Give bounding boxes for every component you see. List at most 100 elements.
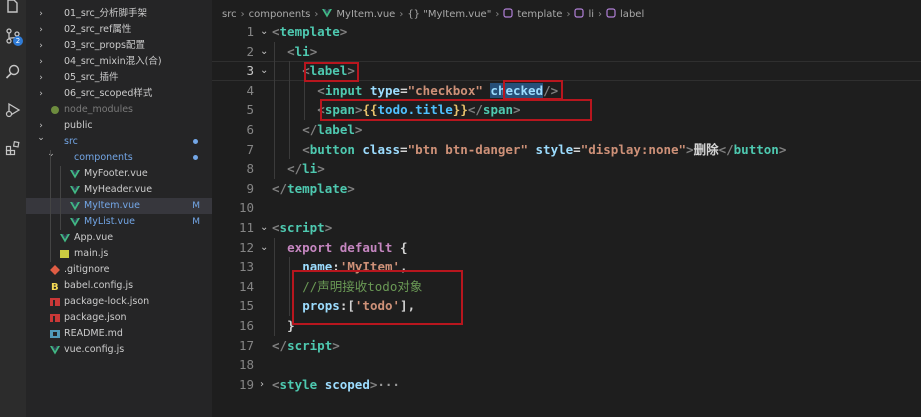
line-number: 10	[238, 200, 254, 216]
explorer-item-04-src-mixin[interactable]: › 04_src_mixin混入(合)	[26, 54, 212, 70]
code-token: {	[399, 239, 408, 255]
tree-guide	[50, 150, 51, 262]
line-number: 17	[238, 337, 254, 353]
line-number: 13	[238, 259, 254, 275]
explorer-item-package-json[interactable]: package.json	[26, 310, 212, 326]
explorer-item-06-src-scoped[interactable]: › 06_src_scoped样式	[26, 86, 212, 102]
code-token: <	[287, 43, 295, 59]
explorer-item-package-lock-json[interactable]: package-lock.json	[26, 294, 212, 310]
fold-expanded-icon[interactable]: ⌄	[260, 61, 268, 81]
modified-dot	[193, 139, 198, 144]
code-token: template	[279, 24, 340, 39]
code-line[interactable]: 6 </label>	[212, 120, 921, 140]
code-token: >	[339, 24, 348, 39]
explorer-item-label: 01_src_分析脚手架	[64, 8, 147, 19]
explorer-item-03-src-props[interactable]: › 03_src_props配置	[26, 38, 212, 54]
explorer-panel: › 01_src_分析脚手架 › 02_src_ref属性 › 03_src_props配…	[26, 0, 212, 417]
vue-file-icon	[70, 217, 80, 227]
explorer-item-label: babel.config.js	[64, 280, 134, 291]
fold-expanded-icon[interactable]: ⌄	[260, 238, 268, 258]
line-number: 9	[246, 180, 254, 196]
code-token: </	[272, 180, 288, 196]
line-number: 7	[246, 141, 254, 157]
explorer-item-myitem-vue[interactable]: MyItem.vue M	[26, 198, 212, 214]
explorer-item-label: MyItem.vue	[84, 200, 140, 211]
explorer-item-vue-config-js[interactable]: vue.config.js	[26, 342, 212, 358]
code-token: 删除	[693, 141, 719, 157]
fold-expanded-icon[interactable]: ⌄	[260, 22, 268, 42]
explorer-item-02-src-ref[interactable]: › 02_src_ref属性	[26, 22, 212, 38]
code-token: <	[272, 220, 280, 235]
code-line[interactable]: 11 ⌄ <script>	[212, 218, 921, 238]
extensions-icon[interactable]	[0, 136, 26, 160]
explorer-item-components[interactable]: ⌄ components	[26, 147, 212, 166]
line-number: 11	[238, 220, 254, 235]
explorer-item-label: 03_src_props配置	[64, 40, 145, 51]
fold-expanded-icon[interactable]: ⌄	[260, 42, 268, 62]
code-token: >	[778, 141, 787, 157]
chevron-right-icon: ›	[39, 57, 43, 67]
code-line[interactable]: 8 </li>	[212, 159, 921, 179]
explorer-item-myfooter-vue[interactable]: MyFooter.vue	[26, 166, 212, 182]
code-line[interactable]: 4 <input type="checkbox" checked/>	[212, 81, 921, 101]
code-line[interactable]: 10	[212, 198, 921, 218]
explorer-item-label: 04_src_mixin混入(合)	[64, 56, 162, 67]
explorer-item-label: public	[64, 120, 93, 131]
npm-file-icon	[50, 313, 60, 323]
fold-collapsed-icon[interactable]: ›	[260, 375, 264, 395]
chevron-down-icon: ⌄	[37, 133, 45, 143]
code-token: =	[573, 141, 581, 157]
code-line[interactable]: 12 ⌄ export default {	[212, 238, 921, 258]
explorer-item-public[interactable]: › public	[26, 118, 212, 134]
run-debug-icon[interactable]	[0, 98, 26, 122]
code-line[interactable]: 7 <button class="btn btn-danger" style="d…	[212, 140, 921, 160]
code-line[interactable]: 17 </script>	[212, 336, 921, 356]
code-token: template	[287, 180, 348, 196]
explorer-item-babel-config-js[interactable]: Bbabel.config.js	[26, 278, 212, 294]
highlight-box-props	[292, 270, 463, 325]
search-icon[interactable]	[0, 60, 26, 84]
chevron-right-icon: ›	[39, 41, 43, 51]
line-number: 16	[238, 318, 254, 333]
code-token: >	[324, 220, 333, 235]
code-text: </template>	[272, 179, 355, 199]
md-file-icon	[50, 329, 60, 339]
code-token: <	[302, 141, 310, 157]
explorer-item-label: MyFooter.vue	[84, 168, 148, 179]
code-text: <script>	[272, 218, 332, 238]
code-area[interactable]: 1 ⌄ <template> 2 ⌄ <li> 3 ⌄ <label> 4 <input type=…	[212, 0, 921, 417]
explorer-item-mylist-vue[interactable]: MyList.vue M	[26, 214, 212, 230]
source-control-icon[interactable]: 2	[0, 24, 26, 48]
npm-file-icon	[50, 297, 60, 307]
explorer-item-label: node_modules	[64, 104, 134, 115]
code-text: <style scoped>···	[272, 375, 400, 395]
explorer-item-node-modules[interactable]: node_modules	[26, 102, 212, 118]
code-line[interactable]: 1 ⌄ <template>	[212, 22, 921, 42]
fold-expanded-icon[interactable]: ⌄	[260, 218, 268, 238]
explorer-item-readme-md[interactable]: README.md	[26, 326, 212, 342]
explorer-item-05-src[interactable]: › 05_src_插件	[26, 70, 212, 86]
code-token: <	[272, 376, 280, 392]
code-line[interactable]: 19 › <style scoped>···	[212, 375, 921, 395]
code-token: >	[309, 43, 318, 59]
code-token: type	[369, 82, 401, 98]
code-text: </li>	[287, 159, 325, 179]
code-line[interactable]: 2 ⌄ <li>	[212, 42, 921, 62]
line-number: 19	[238, 376, 254, 392]
highlight-box-checked	[503, 80, 563, 100]
code-token: li	[294, 43, 310, 59]
chevron-down-icon: ⌄	[46, 147, 56, 161]
explorer-item-gitignore[interactable]: .gitignore	[26, 262, 212, 278]
explorer-item-01-src[interactable]: › 01_src_分析脚手架	[26, 6, 212, 22]
code-token: ···	[377, 376, 400, 392]
explorer-icon[interactable]	[0, 0, 26, 18]
code-line[interactable]: 9 </template>	[212, 179, 921, 199]
explorer-item-label: MyHeader.vue	[84, 184, 153, 195]
code-line[interactable]: 18	[212, 355, 921, 375]
explorer-item-label: .gitignore	[64, 264, 110, 275]
explorer-item-main-js[interactable]: main.js	[26, 246, 212, 262]
explorer-item-myheader-vue[interactable]: MyHeader.vue	[26, 182, 212, 198]
explorer-item-app-vue[interactable]: App.vue	[26, 230, 212, 246]
code-token: style	[279, 376, 325, 392]
explorer-item-label: components	[74, 152, 133, 163]
